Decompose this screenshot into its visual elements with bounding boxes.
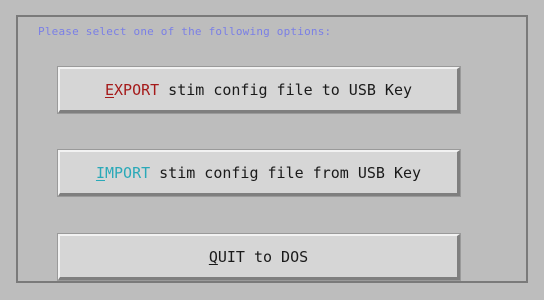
export-keyword-rest: XPORT <box>114 80 160 99</box>
export-label: stim config file to USB Key <box>168 80 413 99</box>
import-keyword-rest: MPORT <box>104 163 151 182</box>
quit-hotkey: Q <box>208 247 218 266</box>
export-button[interactable]: EXPORT stim config file to USB Key <box>57 66 461 114</box>
quit-button[interactable]: QUIT to DOS <box>57 233 461 281</box>
export-hotkey: E <box>104 80 115 99</box>
quit-keyword-rest: UIT <box>217 247 245 266</box>
options-panel: Please select one of the following optio… <box>16 15 528 283</box>
import-button[interactable]: IMPORT stim config file from USB Key <box>57 149 461 197</box>
quit-keyword: QUIT <box>209 248 245 266</box>
dos-menu-screen: Please select one of the following optio… <box>0 0 544 300</box>
import-hotkey: I <box>95 163 105 182</box>
export-keyword: EXPORT <box>105 81 159 99</box>
import-label: stim config file from USB Key <box>159 163 422 182</box>
quit-label: to DOS <box>253 247 309 266</box>
import-keyword: IMPORT <box>96 164 150 182</box>
prompt-text: Please select one of the following optio… <box>38 25 332 38</box>
